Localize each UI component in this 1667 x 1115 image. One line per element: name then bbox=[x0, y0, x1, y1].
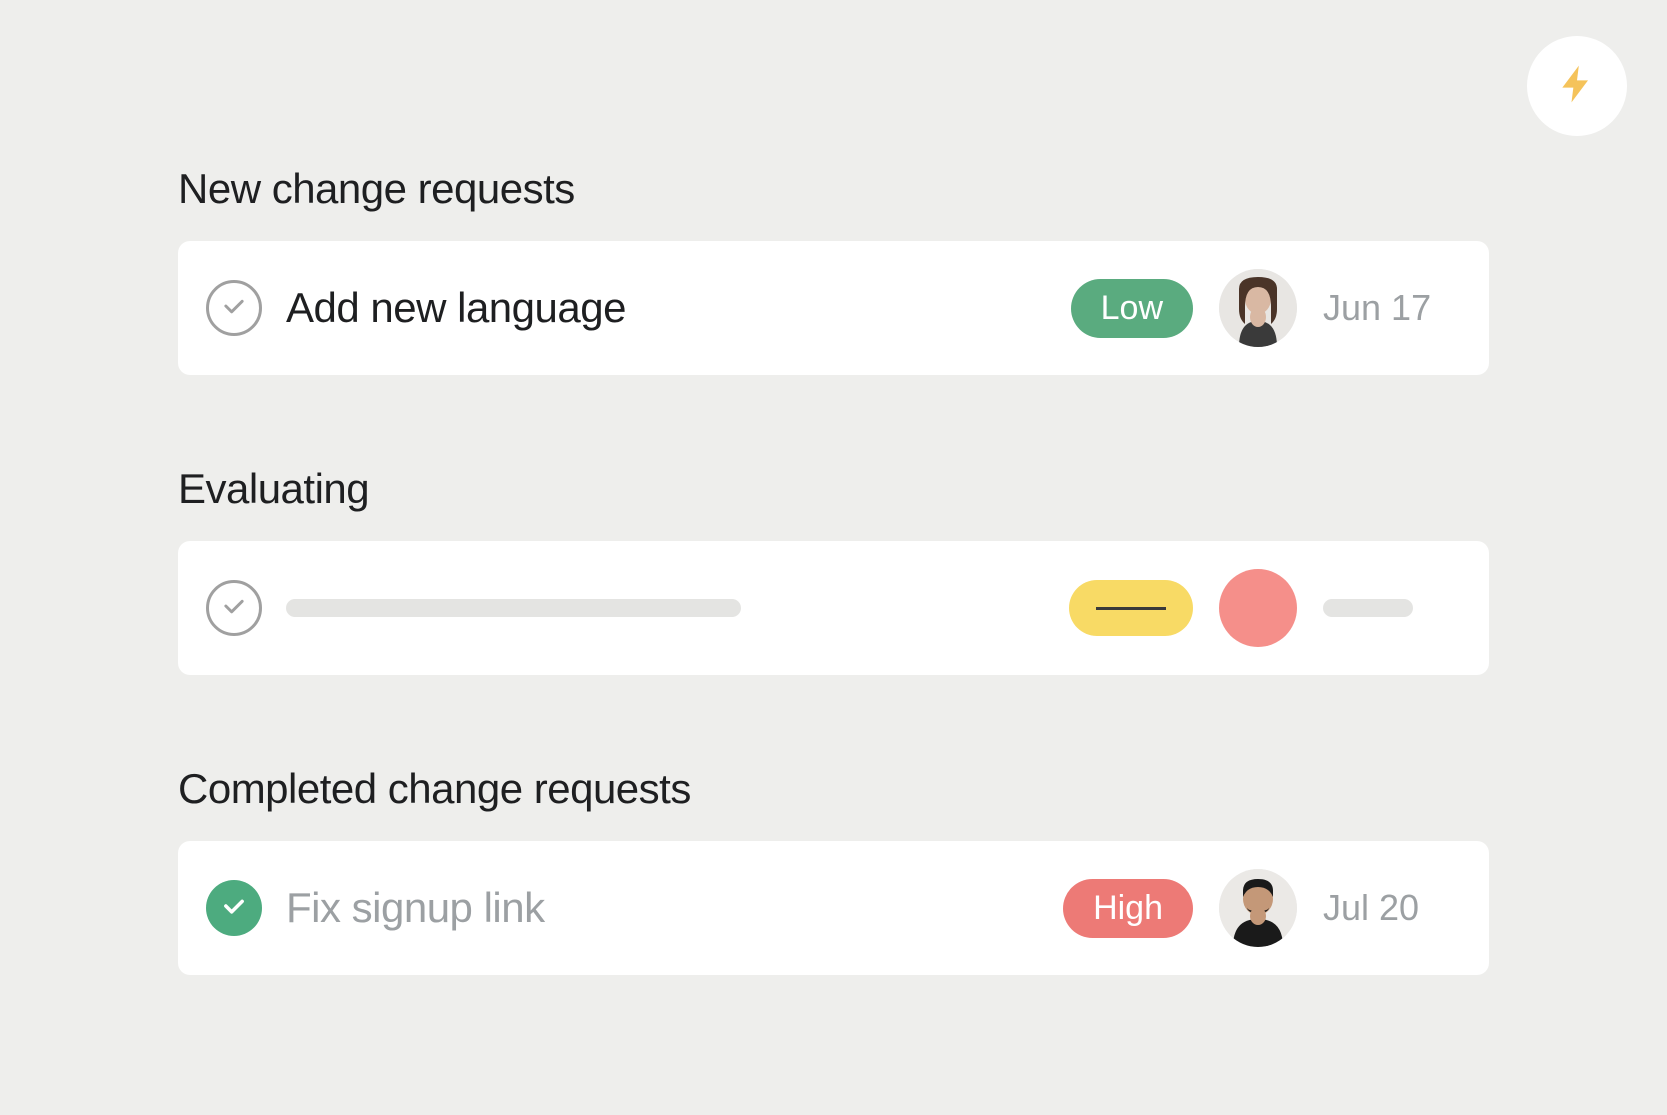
placeholder-bar bbox=[1323, 599, 1413, 617]
task-complete-checkbox[interactable] bbox=[206, 280, 262, 336]
automation-button[interactable] bbox=[1527, 36, 1627, 136]
section-new-change-requests: New change requests Add new language Low bbox=[178, 165, 1489, 375]
check-icon bbox=[220, 592, 248, 625]
task-title-placeholder bbox=[286, 599, 1045, 617]
section-title: New change requests bbox=[178, 165, 1489, 213]
task-due-date-placeholder bbox=[1323, 599, 1453, 617]
assignee-avatar-placeholder[interactable] bbox=[1219, 569, 1297, 647]
section-evaluating: Evaluating bbox=[178, 465, 1489, 675]
check-icon bbox=[220, 292, 248, 325]
priority-badge-medium[interactable] bbox=[1069, 580, 1193, 636]
task-due-date: Jul 20 bbox=[1323, 887, 1453, 929]
task-title: Fix signup link bbox=[286, 884, 1039, 932]
priority-badge-high[interactable]: High bbox=[1063, 879, 1193, 938]
section-completed-change-requests: Completed change requests Fix signup lin… bbox=[178, 765, 1489, 975]
task-complete-checkbox-checked[interactable] bbox=[206, 880, 262, 936]
assignee-avatar[interactable] bbox=[1219, 869, 1297, 947]
task-card[interactable]: Add new language Low Jun 17 bbox=[178, 241, 1489, 375]
check-icon bbox=[220, 892, 248, 925]
bolt-icon bbox=[1555, 62, 1599, 111]
task-complete-checkbox[interactable] bbox=[206, 580, 262, 636]
priority-badge-low[interactable]: Low bbox=[1071, 279, 1193, 338]
task-board: New change requests Add new language Low bbox=[0, 0, 1667, 975]
task-due-date: Jun 17 bbox=[1323, 287, 1453, 329]
task-card[interactable] bbox=[178, 541, 1489, 675]
assignee-avatar[interactable] bbox=[1219, 269, 1297, 347]
placeholder-bar bbox=[286, 599, 741, 617]
task-card[interactable]: Fix signup link High Jul 20 bbox=[178, 841, 1489, 975]
priority-line bbox=[1096, 607, 1166, 610]
section-title: Completed change requests bbox=[178, 765, 1489, 813]
task-title: Add new language bbox=[286, 284, 1047, 332]
section-title: Evaluating bbox=[178, 465, 1489, 513]
